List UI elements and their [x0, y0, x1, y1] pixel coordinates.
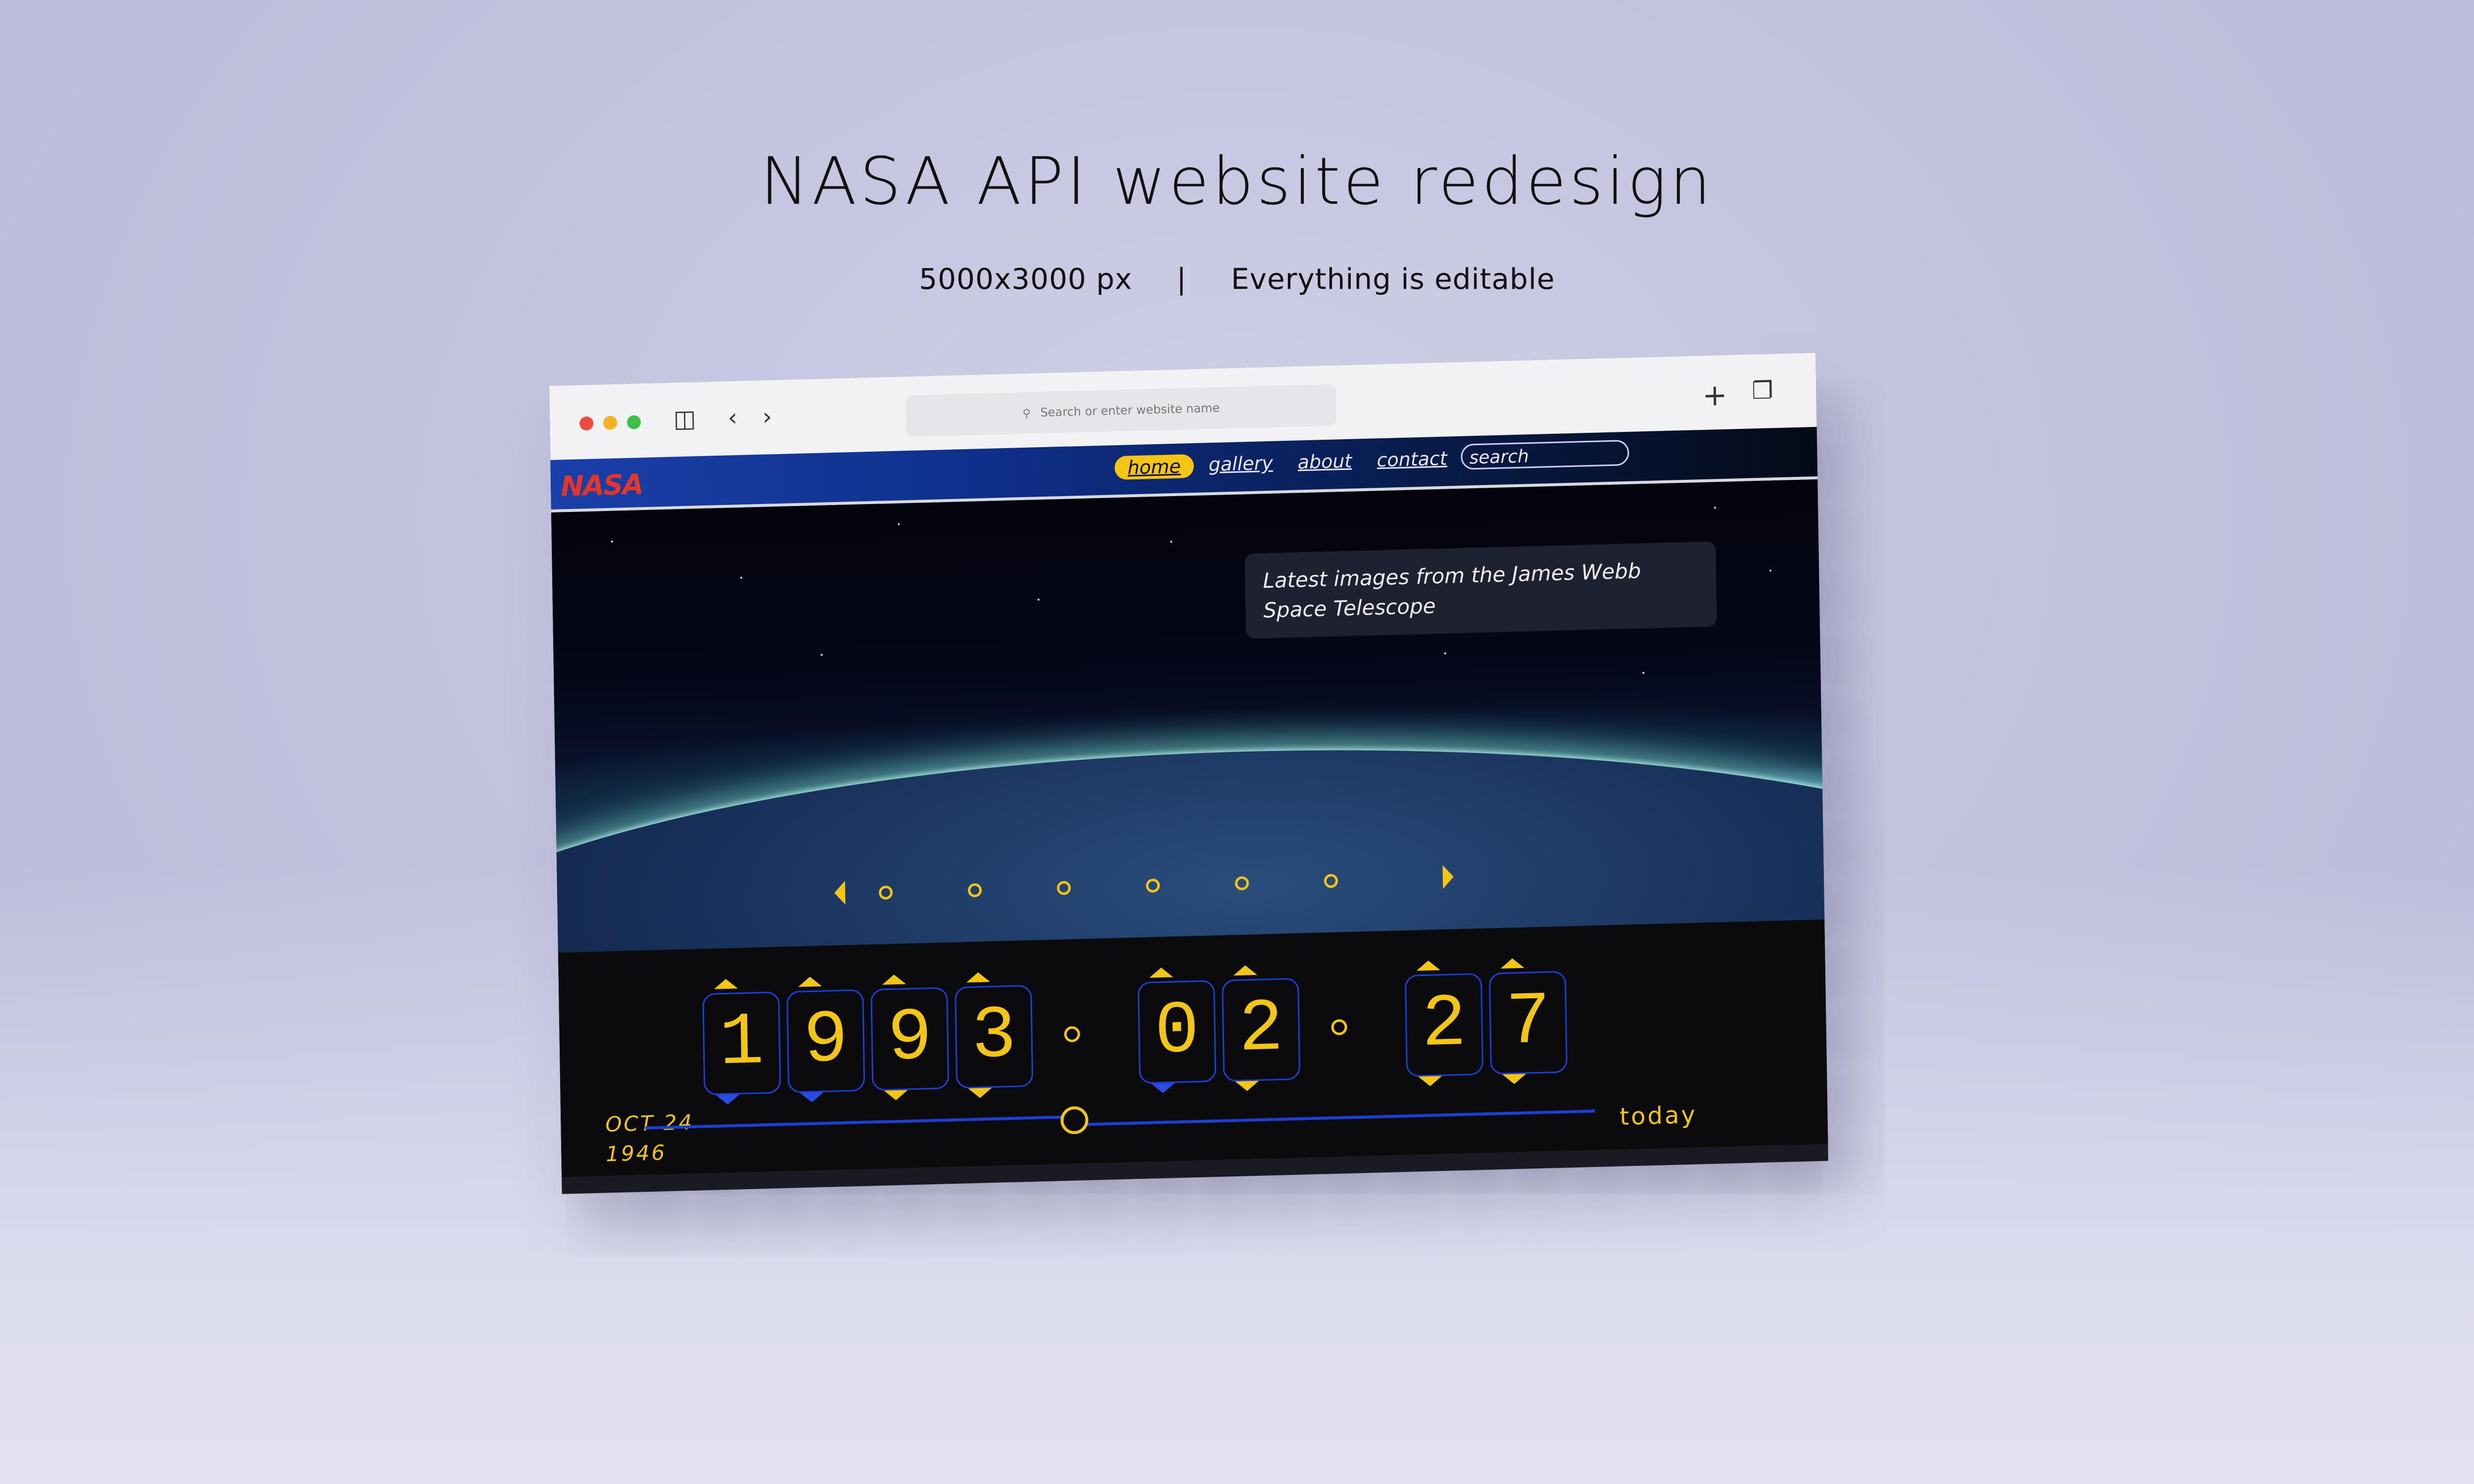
star: [1769, 569, 1772, 572]
year-digit-3-up[interactable]: [882, 974, 906, 985]
search-input[interactable]: search: [1461, 439, 1629, 470]
slide-dot[interactable]: [878, 885, 893, 900]
nav-home[interactable]: home: [1114, 454, 1194, 480]
slide-dot[interactable]: [967, 883, 982, 898]
year-digit-1[interactable]: 1: [702, 991, 781, 1096]
search-icon: ⚲: [1022, 407, 1031, 420]
nav-gallery[interactable]: gallery: [1208, 452, 1273, 475]
day-digit-1[interactable]: 2: [1404, 973, 1484, 1077]
separator: |: [1176, 262, 1187, 296]
month-digit-1-down[interactable]: [1151, 1083, 1175, 1094]
page-subtitle: 5000x3000 px | Everything is editable: [0, 262, 2474, 296]
day-digit-2[interactable]: 7: [1488, 971, 1568, 1075]
page-title: NASA API website redesign: [760, 143, 1714, 220]
slide-dot[interactable]: [1145, 878, 1160, 893]
slider-start-date: OCT 24 1946: [605, 1108, 695, 1169]
start-month-day: OCT 24: [605, 1110, 694, 1137]
date-picker-panel: 1 9 9 3 0 2 2 7 OCT 24 1946 today: [558, 919, 1828, 1177]
nav-about[interactable]: about: [1297, 450, 1352, 473]
month-digit-2[interactable]: 2: [1222, 977, 1301, 1082]
date-separator: [1331, 1019, 1347, 1035]
star: [1037, 599, 1040, 601]
year-digit-4-up[interactable]: [966, 972, 991, 983]
start-year: 1946: [606, 1140, 667, 1166]
star: [1444, 652, 1446, 654]
year-digit-2-down[interactable]: [800, 1092, 824, 1103]
month-digit-1-up[interactable]: [1149, 967, 1173, 978]
prev-slide-arrow[interactable]: [834, 881, 846, 905]
date-separator: [1064, 1026, 1080, 1043]
nav-contact[interactable]: contact: [1377, 448, 1447, 471]
month-digit-2-down[interactable]: [1235, 1080, 1259, 1092]
slider-end-label[interactable]: today: [1619, 1101, 1697, 1131]
star: [611, 540, 613, 543]
close-window-dot[interactable]: [579, 416, 594, 431]
year-digit-3[interactable]: 9: [870, 987, 950, 1091]
earth-horizon: [551, 728, 1825, 953]
nasa-logo[interactable]: NASA: [561, 468, 643, 503]
day-digit-2-up[interactable]: [1500, 958, 1524, 969]
star: [740, 576, 743, 579]
browser-window: ◫ ‹ › ⚲ Search or enter website name + ❐…: [549, 352, 1828, 1177]
year-digit-1-down[interactable]: [715, 1094, 740, 1105]
next-slide-arrow[interactable]: [1442, 865, 1454, 889]
tabs-icon[interactable]: ❐: [1752, 376, 1773, 405]
slide-dot[interactable]: [1235, 876, 1249, 891]
star: [898, 523, 900, 525]
year-digit-1-up[interactable]: [714, 978, 738, 989]
star: [1170, 541, 1173, 543]
timeline-track-left[interactable]: [645, 1115, 1071, 1130]
slide-dot[interactable]: [1056, 881, 1071, 895]
url-placeholder: Search or enter website name: [1040, 401, 1220, 420]
day-digit-1-up[interactable]: [1416, 960, 1440, 971]
size-label: 5000x3000 px: [919, 262, 1133, 296]
day-digit-1-down[interactable]: [1418, 1076, 1442, 1087]
year-digit-2[interactable]: 9: [786, 989, 865, 1093]
timeline-slider-thumb[interactable]: [1060, 1106, 1089, 1135]
star: [1714, 507, 1716, 509]
hero-image: Latest images from the James Webb Space …: [551, 479, 1825, 953]
star: [1642, 672, 1645, 674]
year-digit-2-up[interactable]: [798, 976, 822, 987]
device-mockup: ◫ ‹ › ⚲ Search or enter website name + ❐…: [549, 352, 1828, 1177]
chevron-left-icon[interactable]: ‹: [728, 404, 738, 431]
star: [820, 653, 823, 656]
year-digit-4-down[interactable]: [968, 1087, 992, 1099]
hero-caption[interactable]: Latest images from the James Webb Space …: [1244, 541, 1717, 639]
editable-label: Everything is editable: [1231, 262, 1555, 296]
year-digit-3-down[interactable]: [884, 1090, 908, 1101]
sidebar-icon[interactable]: ◫: [673, 405, 696, 433]
month-digit-1[interactable]: 0: [1138, 980, 1217, 1084]
slide-dot[interactable]: [1324, 874, 1338, 888]
month-digit-2-up[interactable]: [1233, 965, 1257, 976]
year-digit-4[interactable]: 3: [954, 984, 1034, 1089]
plus-icon[interactable]: +: [1702, 378, 1727, 413]
url-bar[interactable]: ⚲ Search or enter website name: [905, 384, 1337, 437]
day-digit-2-down[interactable]: [1502, 1073, 1526, 1084]
timeline-track-right[interactable]: [1070, 1110, 1595, 1126]
chevron-right-icon[interactable]: ›: [762, 403, 772, 430]
maximize-window-dot[interactable]: [626, 415, 641, 429]
minimize-window-dot[interactable]: [603, 416, 618, 430]
